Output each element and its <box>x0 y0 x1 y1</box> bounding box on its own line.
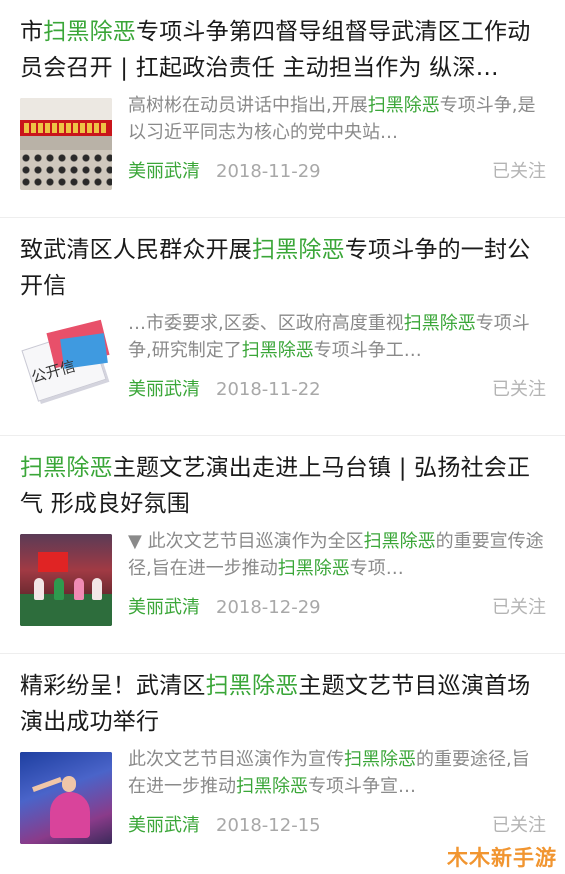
article-meta: 美丽武清 2018-11-29 已关注 <box>128 158 546 186</box>
follow-status[interactable]: 已关注 <box>492 376 546 404</box>
keyword-highlight: 扫黑除恶 <box>367 95 440 116</box>
account-name-link[interactable]: 美丽武清 <box>128 815 200 836</box>
stage-performance-thumbnail[interactable] <box>20 534 112 626</box>
keyword-highlight: 扫黑除恶 <box>205 673 299 699</box>
article-list: 市扫黑除恶专项斗争第四督导组督导武清区工作动员会召开 | 扛起政治责任 主动担当… <box>0 0 565 874</box>
article-title[interactable]: 市扫黑除恶专项斗争第四督导组督导武清区工作动员会召开 | 扛起政治责任 主动担当… <box>20 14 546 86</box>
article-title[interactable]: 精彩纷呈！武清区扫黑除恶主题文艺节目巡演首场演出成功举行 <box>20 668 546 740</box>
keyword-highlight: 扫黑除恶 <box>241 340 314 361</box>
keyword-highlight: 扫黑除恶 <box>344 749 416 770</box>
article-meta: 美丽武清 2018-11-22 已关注 <box>128 376 546 404</box>
dancer-photo-thumbnail[interactable] <box>20 752 112 844</box>
keyword-highlight: 扫黑除恶 <box>252 237 345 263</box>
article-card[interactable]: 精彩纷呈！武清区扫黑除恶主题文艺节目巡演首场演出成功举行 此次文艺节目巡演作为宣… <box>0 654 565 874</box>
keyword-highlight: 扫黑除恶 <box>277 558 350 579</box>
account-name-link[interactable]: 美丽武清 <box>128 161 200 182</box>
search-results-page: 市扫黑除恶专项斗争第四督导组督导武清区工作动员会召开 | 扛起政治责任 主动担当… <box>0 0 565 874</box>
article-title[interactable]: 扫黑除恶主题文艺演出走进上马台镇 | 弘扬社会正气 形成良好氛围 <box>20 450 546 522</box>
article-meta: 美丽武清 2018-12-29 已关注 <box>128 594 546 622</box>
article-digest: …市委要求,区委、区政府高度重视扫黑除恶专项斗争,研究制定了扫黑除恶专项斗争工… <box>128 313 530 361</box>
keyword-highlight: 扫黑除恶 <box>20 455 113 481</box>
account-name-link[interactable]: 美丽武清 <box>128 379 200 400</box>
article-card[interactable]: 市扫黑除恶专项斗争第四督导组督导武清区工作动员会召开 | 扛起政治责任 主动担当… <box>0 0 565 218</box>
meeting-photo-thumbnail[interactable] <box>20 98 112 190</box>
article-card[interactable]: 致武清区人民群众开展扫黑除恶专项斗争的一封公开信 公开信 …市委要求,区委、区政… <box>0 218 565 436</box>
publish-date: 2018-11-29 <box>216 161 321 182</box>
keyword-highlight: 扫黑除恶 <box>363 531 436 552</box>
account-name-link[interactable]: 美丽武清 <box>128 597 200 618</box>
article-digest: ▼ 此次文艺节目巡演作为全区扫黑除恶的重要宣传途径,旨在进一步推动扫黑除恶专项… <box>128 531 544 579</box>
article-title[interactable]: 致武清区人民群众开展扫黑除恶专项斗争的一封公开信 <box>20 232 546 304</box>
article-digest: 高树彬在动员讲话中指出,开展扫黑除恶专项斗争,是以习近平同志为核心的党中央站… <box>128 95 536 143</box>
follow-status[interactable]: 已关注 <box>492 158 546 186</box>
open-letter-thumbnail[interactable]: 公开信 <box>20 316 112 408</box>
article-card[interactable]: 扫黑除恶主题文艺演出走进上马台镇 | 弘扬社会正气 形成良好氛围 ▼ 此次文艺节… <box>0 436 565 654</box>
publish-date: 2018-12-29 <box>216 597 321 618</box>
keyword-highlight: 扫黑除恶 <box>403 313 476 334</box>
article-digest: 此次文艺节目巡演作为宣传扫黑除恶的重要途径,旨在进一步推动扫黑除恶专项斗争宣… <box>128 749 530 797</box>
follow-status[interactable]: 已关注 <box>492 812 546 840</box>
publish-date: 2018-12-15 <box>216 815 321 836</box>
site-watermark: 木木新手游 <box>447 846 557 870</box>
publish-date: 2018-11-22 <box>216 379 321 400</box>
keyword-highlight: 扫黑除恶 <box>43 19 137 45</box>
follow-status[interactable]: 已关注 <box>492 594 546 622</box>
keyword-highlight: 扫黑除恶 <box>236 776 308 797</box>
article-meta: 美丽武清 2018-12-15 已关注 <box>128 812 546 840</box>
